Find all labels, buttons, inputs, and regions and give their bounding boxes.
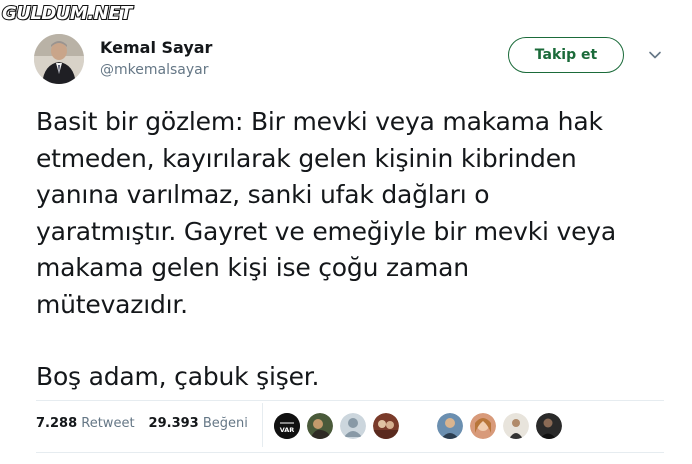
liker-photo (536, 413, 562, 439)
liker-avatar[interactable] (536, 413, 562, 439)
liker-avatar[interactable]: VAR (274, 413, 300, 439)
liker-photo (373, 413, 399, 439)
like-count: 29.393 (148, 416, 199, 431)
liker-avatar[interactable] (373, 413, 399, 439)
tweet-closing-line: Boş adam, çabuk şişer. (36, 362, 320, 391)
tweet-line: makama gelen kişi ise çoğu zaman (36, 253, 469, 282)
default-avatar-icon (340, 413, 366, 439)
author-name[interactable]: Kemal Sayar (100, 38, 212, 57)
tweet-line: etmeden, kayırılarak gelen kişinin kibri… (36, 143, 577, 173)
liker-avatar[interactable] (340, 413, 366, 439)
liker-badge-image: VAR (274, 413, 300, 439)
liker-photo (307, 413, 333, 439)
liker-photo (437, 413, 463, 439)
engagement-stats: 7.288 Retweet 29.393 Beğeni (36, 416, 262, 431)
stats-separator (262, 403, 263, 447)
liker-badge-text: VAR (280, 426, 295, 434)
tweet-line: Basit bir gözlem: Bir mevki veya makama … (36, 107, 603, 136)
like-label: Beğeni (202, 416, 248, 431)
site-watermark: GULDUM.NET (1, 2, 133, 25)
liker-photo (470, 413, 496, 439)
liker-avatar[interactable] (307, 413, 333, 439)
tweet-text: Basit bir gözlem: Bir mevki veya makama … (36, 104, 676, 396)
chevron-down-icon[interactable] (647, 47, 663, 63)
retweet-stat[interactable]: 7.288 Retweet (36, 416, 135, 431)
liker-avatar[interactable] (470, 413, 496, 439)
stats-bottom-divider (36, 452, 664, 453)
liker-avatar[interactable] (437, 413, 463, 439)
stats-top-divider (36, 400, 664, 401)
like-stat[interactable]: 29.393 Beğeni (149, 416, 248, 431)
retweet-label: Retweet (81, 416, 135, 431)
author-avatar[interactable] (34, 34, 84, 84)
follow-button[interactable]: Takip et (508, 37, 624, 73)
liker-photo (503, 413, 529, 439)
avatar-photo (34, 34, 84, 84)
tweet-line: yaratmıştır. Gayret ve emeğiyle bir mevk… (36, 216, 616, 246)
retweet-count: 7.288 (36, 416, 78, 431)
tweet-line: mütevazıdır. (36, 289, 188, 319)
tweet-line: yanına varılmaz, sanki ufak dağları o (36, 180, 490, 209)
author-handle[interactable]: @mkemalsayar (100, 62, 208, 78)
liker-avatar[interactable] (503, 413, 529, 439)
